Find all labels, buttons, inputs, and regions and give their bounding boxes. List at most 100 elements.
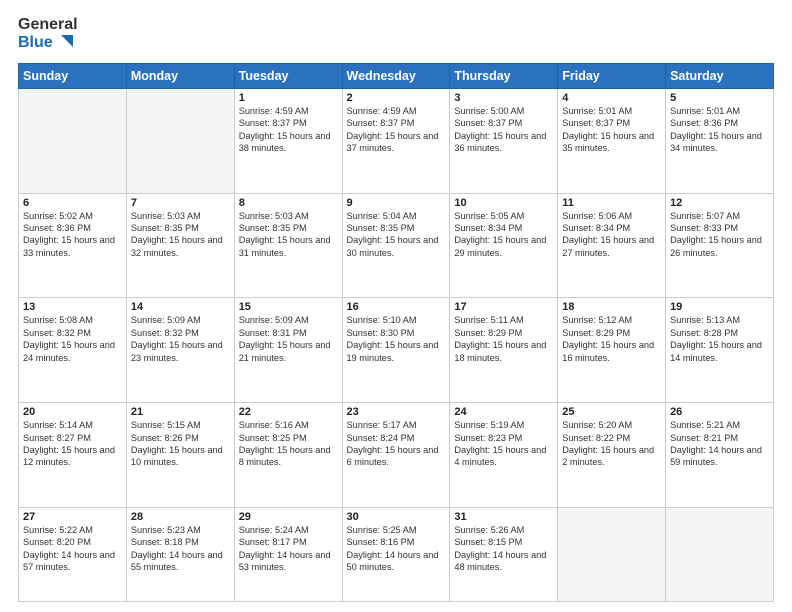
day-cell: 10Sunrise: 5:05 AM Sunset: 8:34 PM Dayli… [450,193,558,298]
day-cell [558,507,666,601]
day-info: Sunrise: 4:59 AM Sunset: 8:37 PM Dayligh… [347,105,446,155]
day-number: 2 [347,92,446,104]
logo: General Blue [18,16,78,53]
weekday-friday: Friday [558,63,666,88]
day-info: Sunrise: 5:23 AM Sunset: 8:18 PM Dayligh… [131,524,230,574]
day-number: 6 [23,197,122,209]
day-cell: 16Sunrise: 5:10 AM Sunset: 8:30 PM Dayli… [342,298,450,403]
day-number: 3 [454,92,553,104]
day-number: 22 [239,406,338,418]
day-number: 1 [239,92,338,104]
day-info: Sunrise: 5:14 AM Sunset: 8:27 PM Dayligh… [23,419,122,469]
day-number: 23 [347,406,446,418]
day-number: 18 [562,301,661,313]
day-info: Sunrise: 5:22 AM Sunset: 8:20 PM Dayligh… [23,524,122,574]
day-number: 20 [23,406,122,418]
day-info: Sunrise: 5:25 AM Sunset: 8:16 PM Dayligh… [347,524,446,574]
logo-arrow-icon [55,35,73,53]
day-info: Sunrise: 5:05 AM Sunset: 8:34 PM Dayligh… [454,210,553,260]
day-cell: 1Sunrise: 4:59 AM Sunset: 8:37 PM Daylig… [234,88,342,193]
week-row-2: 6Sunrise: 5:02 AM Sunset: 8:36 PM Daylig… [19,193,774,298]
day-cell: 11Sunrise: 5:06 AM Sunset: 8:34 PM Dayli… [558,193,666,298]
day-cell: 2Sunrise: 4:59 AM Sunset: 8:37 PM Daylig… [342,88,450,193]
day-cell: 12Sunrise: 5:07 AM Sunset: 8:33 PM Dayli… [666,193,774,298]
day-number: 25 [562,406,661,418]
day-cell: 14Sunrise: 5:09 AM Sunset: 8:32 PM Dayli… [126,298,234,403]
day-info: Sunrise: 5:17 AM Sunset: 8:24 PM Dayligh… [347,419,446,469]
day-info: Sunrise: 5:20 AM Sunset: 8:22 PM Dayligh… [562,419,661,469]
day-info: Sunrise: 5:11 AM Sunset: 8:29 PM Dayligh… [454,314,553,364]
weekday-monday: Monday [126,63,234,88]
weekday-tuesday: Tuesday [234,63,342,88]
day-cell: 4Sunrise: 5:01 AM Sunset: 8:37 PM Daylig… [558,88,666,193]
day-info: Sunrise: 5:13 AM Sunset: 8:28 PM Dayligh… [670,314,769,364]
day-number: 17 [454,301,553,313]
day-cell [126,88,234,193]
day-number: 9 [347,197,446,209]
day-info: Sunrise: 5:21 AM Sunset: 8:21 PM Dayligh… [670,419,769,469]
day-info: Sunrise: 5:04 AM Sunset: 8:35 PM Dayligh… [347,210,446,260]
day-number: 19 [670,301,769,313]
day-cell: 18Sunrise: 5:12 AM Sunset: 8:29 PM Dayli… [558,298,666,403]
day-number: 24 [454,406,553,418]
day-info: Sunrise: 5:02 AM Sunset: 8:36 PM Dayligh… [23,210,122,260]
day-cell: 15Sunrise: 5:09 AM Sunset: 8:31 PM Dayli… [234,298,342,403]
day-number: 10 [454,197,553,209]
day-info: Sunrise: 5:16 AM Sunset: 8:25 PM Dayligh… [239,419,338,469]
week-row-4: 20Sunrise: 5:14 AM Sunset: 8:27 PM Dayli… [19,403,774,508]
day-cell: 17Sunrise: 5:11 AM Sunset: 8:29 PM Dayli… [450,298,558,403]
day-info: Sunrise: 5:19 AM Sunset: 8:23 PM Dayligh… [454,419,553,469]
day-number: 31 [454,511,553,523]
day-number: 12 [670,197,769,209]
day-cell: 20Sunrise: 5:14 AM Sunset: 8:27 PM Dayli… [19,403,127,508]
day-cell: 9Sunrise: 5:04 AM Sunset: 8:35 PM Daylig… [342,193,450,298]
day-cell: 27Sunrise: 5:22 AM Sunset: 8:20 PM Dayli… [19,507,127,601]
week-row-1: 1 Sunrise: 4:59 AM Sunset: 8:37 PM Daylig… [19,88,774,193]
day-number: 4 [562,92,661,104]
day-number: 15 [239,301,338,313]
day-cell: 22Sunrise: 5:16 AM Sunset: 8:25 PM Dayli… [234,403,342,508]
weekday-thursday: Thursday [450,63,558,88]
day-info: Sunrise: 5:01 AM Sunset: 8:37 PM Dayligh… [562,105,661,155]
logo-blue: Blue [18,34,73,52]
day-cell: 19Sunrise: 5:13 AM Sunset: 8:28 PM Dayli… [666,298,774,403]
day-number: 16 [347,301,446,313]
day-cell: 7Sunrise: 5:03 AM Sunset: 8:35 PM Daylig… [126,193,234,298]
day-cell: 6Sunrise: 5:02 AM Sunset: 8:36 PM Daylig… [19,193,127,298]
logo-text-block: General Blue [18,16,78,53]
day-number: 28 [131,511,230,523]
day-number: 13 [23,301,122,313]
day-number: 14 [131,301,230,313]
day-number: 11 [562,197,661,209]
day-cell: 13Sunrise: 5:08 AM Sunset: 8:32 PM Dayli… [19,298,127,403]
day-cell: 8Sunrise: 5:03 AM Sunset: 8:35 PM Daylig… [234,193,342,298]
week-row-5: 27Sunrise: 5:22 AM Sunset: 8:20 PM Dayli… [19,507,774,601]
day-number: 8 [239,197,338,209]
day-cell: 25Sunrise: 5:20 AM Sunset: 8:22 PM Dayli… [558,403,666,508]
day-info: Sunrise: 5:10 AM Sunset: 8:30 PM Dayligh… [347,314,446,364]
day-info: Sunrise: 5:06 AM Sunset: 8:34 PM Dayligh… [562,210,661,260]
day-info: Sunrise: 5:07 AM Sunset: 8:33 PM Dayligh… [670,210,769,260]
day-cell: 21Sunrise: 5:15 AM Sunset: 8:26 PM Dayli… [126,403,234,508]
day-number: 5 [670,92,769,104]
day-info: Sunrise: 5:03 AM Sunset: 8:35 PM Dayligh… [239,210,338,260]
day-info: Sunrise: 5:00 AM Sunset: 8:37 PM Dayligh… [454,105,553,155]
header: General Blue [18,16,774,53]
day-cell: 31Sunrise: 5:26 AM Sunset: 8:15 PM Dayli… [450,507,558,601]
weekday-header-row: SundayMondayTuesdayWednesdayThursdayFrid… [19,63,774,88]
weekday-saturday: Saturday [666,63,774,88]
calendar-table: SundayMondayTuesdayWednesdayThursdayFrid… [18,63,774,602]
page: General Blue SundayMondayTuesdayWednesda… [0,0,792,612]
day-info: Sunrise: 5:26 AM Sunset: 8:15 PM Dayligh… [454,524,553,574]
day-cell: 5Sunrise: 5:01 AM Sunset: 8:36 PM Daylig… [666,88,774,193]
day-cell: 28Sunrise: 5:23 AM Sunset: 8:18 PM Dayli… [126,507,234,601]
day-info: Sunrise: 5:24 AM Sunset: 8:17 PM Dayligh… [239,524,338,574]
day-cell [666,507,774,601]
day-number: 29 [239,511,338,523]
logo-general: General [18,16,78,34]
day-info: Sunrise: 5:03 AM Sunset: 8:35 PM Dayligh… [131,210,230,260]
day-cell: 26Sunrise: 5:21 AM Sunset: 8:21 PM Dayli… [666,403,774,508]
day-info: Sunrise: 5:01 AM Sunset: 8:36 PM Dayligh… [670,105,769,155]
day-cell: 24Sunrise: 5:19 AM Sunset: 8:23 PM Dayli… [450,403,558,508]
day-info: Sunrise: 5:12 AM Sunset: 8:29 PM Dayligh… [562,314,661,364]
